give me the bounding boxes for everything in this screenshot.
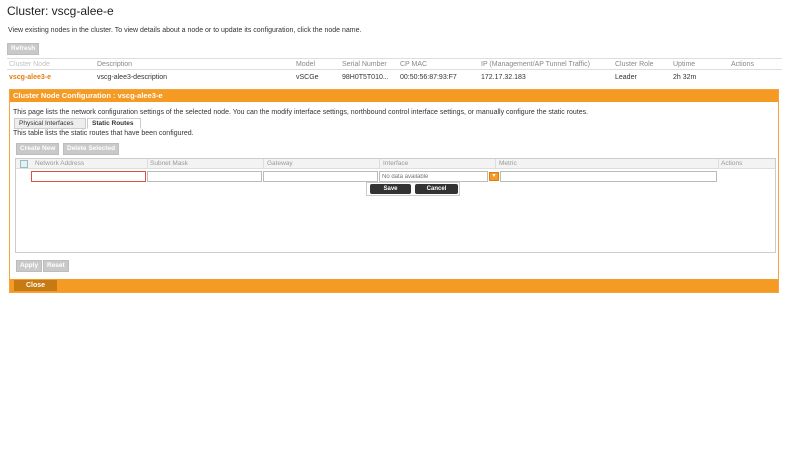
grid-header: Network Address Subnet Mask Gateway Inte… [16,159,775,169]
col-actions: Actions [731,61,754,68]
col-subnet-mask: Subnet Mask [150,160,188,167]
select-all-checkbox[interactable] [20,160,28,168]
save-button[interactable]: Save [370,184,411,194]
node-ip: 172.17.32.183 [481,74,526,81]
col-interface: Interface [383,160,409,167]
tab-static-routes[interactable]: Static Routes [87,118,141,129]
page-intro: View existing nodes in the cluster. To v… [8,27,362,34]
table-row: vscg-alee3-e vscg-alee3-description vSCG… [7,72,782,84]
node-model: vSCGe [296,74,319,81]
col-cluster-role: Cluster Role [615,61,654,68]
gateway-input[interactable] [263,171,378,182]
apply-button[interactable]: Apply [16,260,43,272]
delete-selected-button[interactable]: Delete Selected [63,143,120,155]
page-title: Cluster: vscg-alee-e [7,4,114,18]
panel-footer: Close [10,279,778,292]
tab-physical-interfaces[interactable]: Physical Interfaces [14,118,86,129]
col-cluster-node: Cluster Node [9,61,50,68]
row-editor-actions: Save Cancel [366,182,460,196]
network-address-input[interactable] [31,171,146,182]
close-button[interactable]: Close [14,280,57,291]
cluster-node-link[interactable]: vscg-alee3-e [9,74,51,81]
col-serial-number: Serial Number [342,61,387,68]
col-model: Model [296,61,316,68]
create-new-button[interactable]: Create New [16,143,60,155]
interface-dropdown-chevron-icon[interactable]: ▾ [489,172,499,181]
col-description: Description [97,61,133,68]
static-routes-note: This table lists the static routes that … [13,130,194,137]
col-grid-actions: Actions [721,160,743,167]
cluster-table-header: Cluster Node Description Model Serial Nu… [7,58,782,70]
col-ip: IP (Management/AP Tunnel Traffic) [481,61,590,68]
reset-button[interactable]: Reset [43,260,69,272]
metric-input[interactable] [500,171,717,182]
node-serial: 98H0T5T010... [342,74,389,81]
panel-description: This page lists the network configuratio… [13,109,589,116]
node-uptime: 2h 32m [673,74,697,81]
node-description: vscg-alee3-description [97,74,168,81]
col-gateway: Gateway [267,160,293,167]
interface-select[interactable] [379,171,488,182]
cluster-node-config-panel: Cluster Node Configuration : vscg-alee3-… [9,89,779,293]
col-metric: Metric [499,160,517,167]
col-uptime: Uptime [673,61,696,68]
col-cp-mac: CP MAC [400,61,428,68]
subnet-mask-input[interactable] [147,171,262,182]
node-role: Leader [615,74,637,81]
static-routes-grid: Network Address Subnet Mask Gateway Inte… [15,158,776,253]
node-cp-mac: 00:50:56:87:93:F7 [400,74,457,81]
col-network-address: Network Address [35,160,85,167]
cancel-button[interactable]: Cancel [415,184,458,194]
refresh-button[interactable]: Refresh [7,43,40,55]
panel-title: Cluster Node Configuration : vscg-alee3-… [10,90,778,102]
